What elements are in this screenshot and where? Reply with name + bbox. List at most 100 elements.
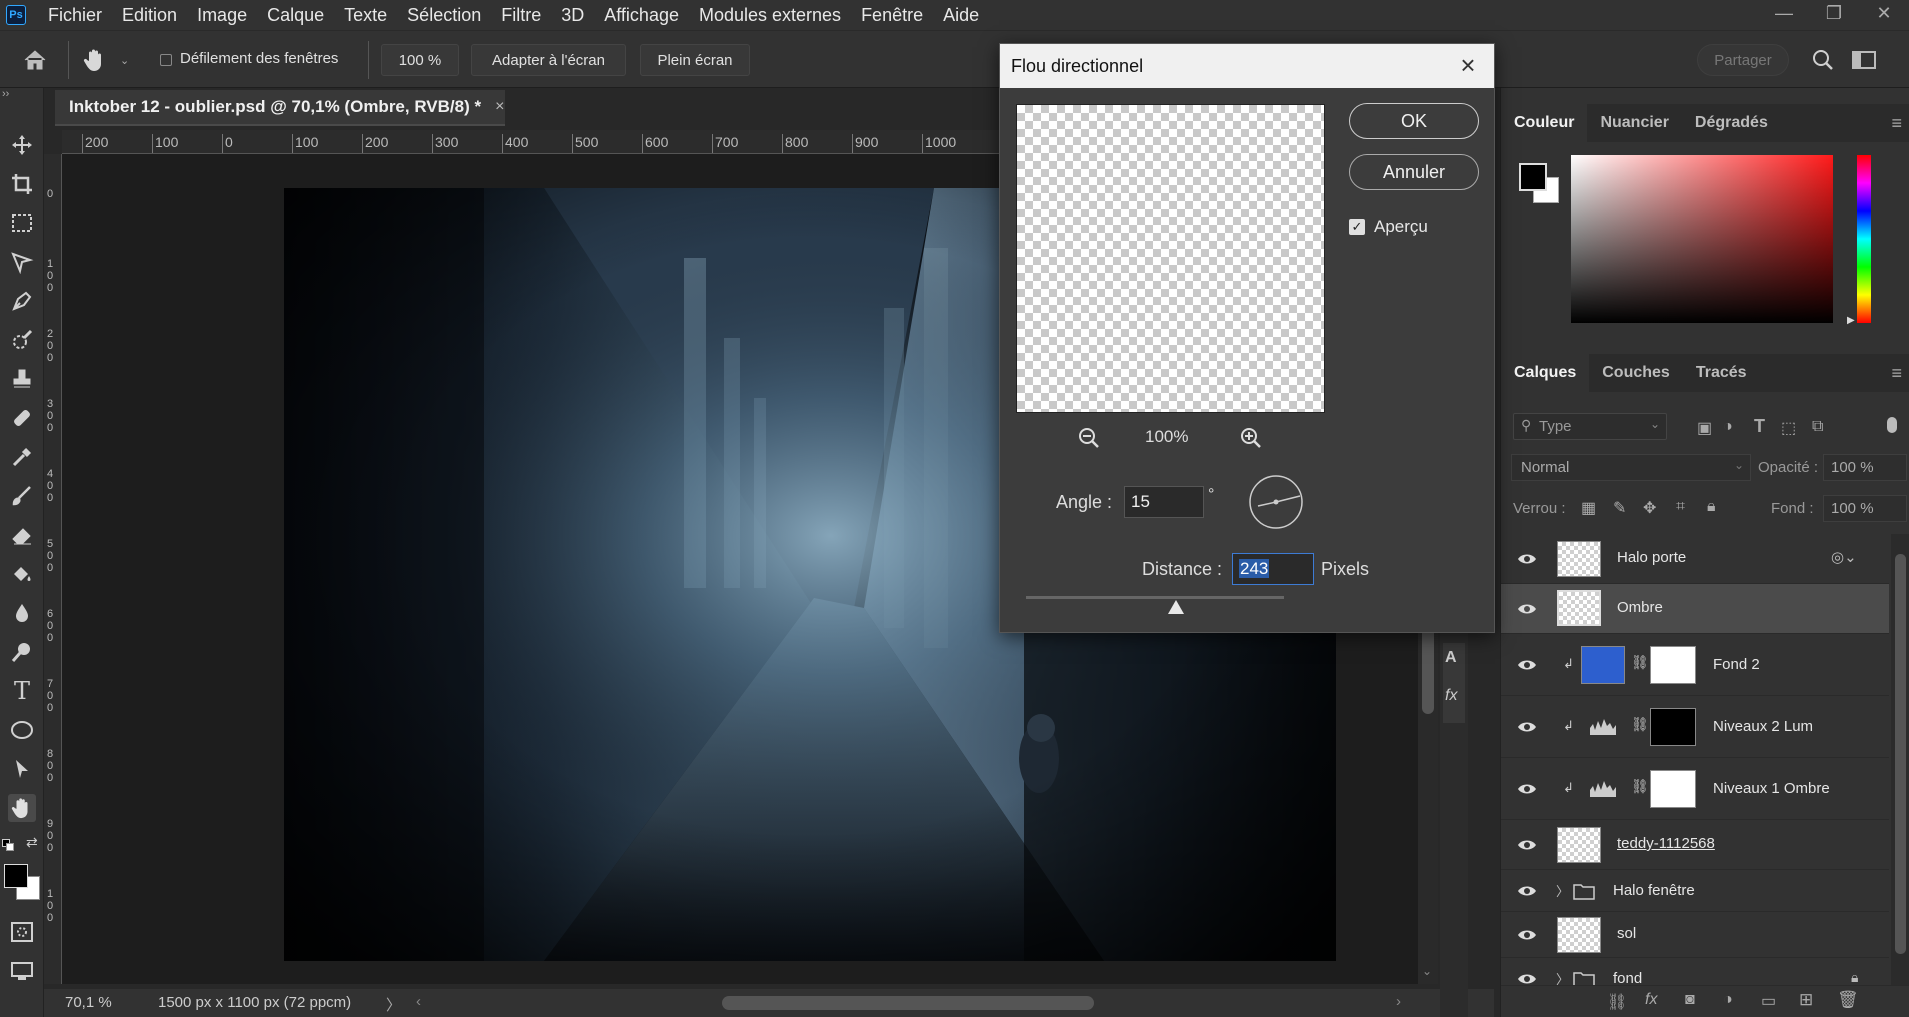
zoom-in-icon[interactable] (1240, 427, 1262, 449)
layers-scroll-thumb[interactable] (1895, 554, 1906, 954)
layers-panel-menu-icon[interactable]: ≡ (1891, 354, 1902, 392)
zoom-100-button[interactable]: 100 % (381, 44, 459, 76)
menu-calque[interactable]: Calque (257, 0, 334, 30)
tab-degrades[interactable]: Dégradés (1682, 104, 1781, 142)
layer-mask-thumbnail[interactable] (1650, 708, 1696, 746)
fill-input[interactable]: 100 % (1823, 495, 1907, 522)
horizontal-scroll-thumb[interactable] (722, 996, 1094, 1010)
visibility-eye-icon[interactable] (1517, 972, 1537, 986)
link-icon[interactable]: ⛓ (1631, 778, 1649, 795)
menu-fichier[interactable]: Fichier (38, 0, 112, 30)
pixel-filter-icon[interactable]: ▣ (1697, 418, 1712, 438)
dialog-title-bar[interactable]: Flou directionnel (1000, 44, 1494, 88)
expand-arrows-icon[interactable]: ›› (2, 88, 9, 100)
type-filter-icon[interactable]: T (1754, 416, 1765, 437)
status-arrow-icon[interactable]: 〉 (386, 994, 401, 1015)
link-icon[interactable]: ⛓ (1631, 716, 1649, 733)
minimize-icon[interactable]: — (1759, 0, 1809, 30)
menu-3d[interactable]: 3D (551, 0, 594, 30)
chevron-right-icon[interactable]: 〉 (1556, 881, 1569, 900)
layer-row-ombre[interactable]: Ombre (1501, 584, 1889, 634)
layer-filter-select[interactable]: ⚲ Type ⌄ (1513, 413, 1667, 440)
visibility-eye-icon[interactable] (1517, 884, 1537, 898)
share-button[interactable]: Partager (1697, 44, 1789, 76)
move-tool-icon[interactable] (8, 131, 36, 159)
bandage-icon[interactable] (8, 404, 36, 432)
layer-name[interactable]: teddy-1112568 (1617, 835, 1715, 852)
blur-tool-icon[interactable] (8, 599, 36, 627)
visibility-eye-icon[interactable] (1517, 782, 1537, 796)
layer-row-niveaux-1-ombre[interactable]: ↲ ⛓ Niveaux 1 Ombre (1501, 758, 1889, 820)
scroll-down-icon[interactable]: ⌄ (1422, 964, 1432, 978)
shape-filter-icon[interactable]: ⬚ (1781, 418, 1796, 438)
ellipse-tool-icon[interactable] (8, 716, 36, 744)
tab-nuancier[interactable]: Nuancier (1587, 104, 1681, 142)
scroll-left-icon[interactable]: ‹ (416, 993, 421, 1010)
layer-thumbnail[interactable] (1557, 541, 1601, 577)
color-picker-field[interactable] (1571, 155, 1833, 323)
menu-filtre[interactable]: Filtre (491, 0, 551, 30)
layer-name[interactable]: Halo fenêtre (1613, 882, 1695, 899)
adjustment-layer-icon[interactable]: ◑ (1723, 991, 1733, 1009)
blend-mode-select[interactable]: Normal ⌄ (1511, 454, 1751, 481)
menu-texte[interactable]: Texte (334, 0, 397, 30)
fill-layer-thumbnail[interactable] (1581, 646, 1625, 684)
document-tab[interactable]: Inktober 12 - oublier.psd @ 70,1% (Ombre… (55, 90, 505, 126)
filter-preview[interactable] (1016, 104, 1325, 413)
zoom-level[interactable]: 70,1 % (65, 994, 112, 1011)
fit-screen-button[interactable]: Adapter à l'écran (471, 44, 626, 76)
hand-tool-active-icon[interactable] (8, 794, 36, 822)
levels-adjustment-icon[interactable] (1589, 716, 1617, 736)
layers-scrollbar[interactable] (1891, 534, 1909, 1004)
object-selection-tool-icon[interactable] (8, 248, 36, 276)
scroll-right-icon[interactable]: › (1396, 993, 1401, 1010)
eraser-tool-icon[interactable] (8, 521, 36, 549)
distance-input[interactable]: 243 (1232, 553, 1314, 585)
levels-adjustment-icon[interactable] (1589, 778, 1617, 798)
swap-colors-icon[interactable]: ⇄ (26, 834, 38, 851)
layer-row-sol[interactable]: sol (1501, 912, 1889, 958)
marquee-tool-icon[interactable] (8, 209, 36, 237)
opacity-input[interactable]: 100 % (1823, 454, 1907, 481)
visibility-eye-icon[interactable] (1517, 838, 1537, 852)
layer-row-niveaux-2-lum[interactable]: ↲ ⛓ Niveaux 2 Lum (1501, 696, 1889, 758)
lock-position-icon[interactable]: ✥ (1643, 498, 1656, 518)
trash-icon[interactable]: 🗑︎ (1837, 990, 1859, 1010)
layer-row-halo-porte[interactable]: Halo porte ◎⌄ (1501, 534, 1889, 584)
visibility-eye-icon[interactable] (1517, 602, 1537, 616)
distance-slider-handle[interactable] (1167, 600, 1184, 614)
layer-name[interactable]: Niveaux 1 Ombre (1713, 780, 1830, 797)
lock-artboard-icon[interactable]: ⌗ (1676, 498, 1685, 516)
close-tab-icon[interactable]: × (495, 98, 504, 116)
default-colors-icon[interactable] (2, 839, 14, 851)
paint-bucket-icon[interactable] (8, 560, 36, 588)
layer-name[interactable]: Fond 2 (1713, 656, 1760, 673)
layer-thumbnail[interactable] (1557, 590, 1601, 626)
styles-panel-icon[interactable]: fx (1445, 687, 1457, 705)
visibility-eye-icon[interactable] (1517, 658, 1537, 672)
add-mask-icon[interactable]: ◙ (1685, 991, 1695, 1009)
layer-mask-thumbnail[interactable] (1650, 646, 1696, 684)
menu-edition[interactable]: Edition (112, 0, 187, 30)
close-icon[interactable]: × (1452, 49, 1484, 81)
hand-tool-icon[interactable] (83, 47, 107, 73)
menu-image[interactable]: Image (187, 0, 257, 30)
tab-couches[interactable]: Couches (1589, 354, 1683, 392)
menu-modules-externes[interactable]: Modules externes (689, 0, 851, 30)
layer-row-halo-fenetre[interactable]: 〉 Halo fenêtre (1501, 870, 1889, 912)
link-layers-icon[interactable]: ⛓ (1607, 992, 1627, 1012)
workspace-icon[interactable] (1852, 50, 1876, 70)
menu-affichage[interactable]: Affichage (594, 0, 689, 30)
scroll-all-checkbox[interactable] (160, 54, 172, 66)
lock-transparent-icon[interactable]: ▦ (1581, 498, 1596, 518)
hue-slider[interactable] (1857, 155, 1871, 323)
close-window-icon[interactable]: ✕ (1859, 0, 1909, 30)
home-icon[interactable] (22, 48, 48, 72)
spot-healing-icon[interactable] (8, 326, 36, 354)
preview-checkbox[interactable]: ✓ (1349, 219, 1365, 235)
tab-couleur[interactable]: Couleur (1501, 104, 1588, 142)
tab-traces[interactable]: Tracés (1683, 354, 1760, 392)
search-icon[interactable] (1812, 49, 1834, 71)
layer-mask-thumbnail[interactable] (1650, 770, 1696, 808)
menu-selection[interactable]: Sélection (397, 0, 491, 30)
